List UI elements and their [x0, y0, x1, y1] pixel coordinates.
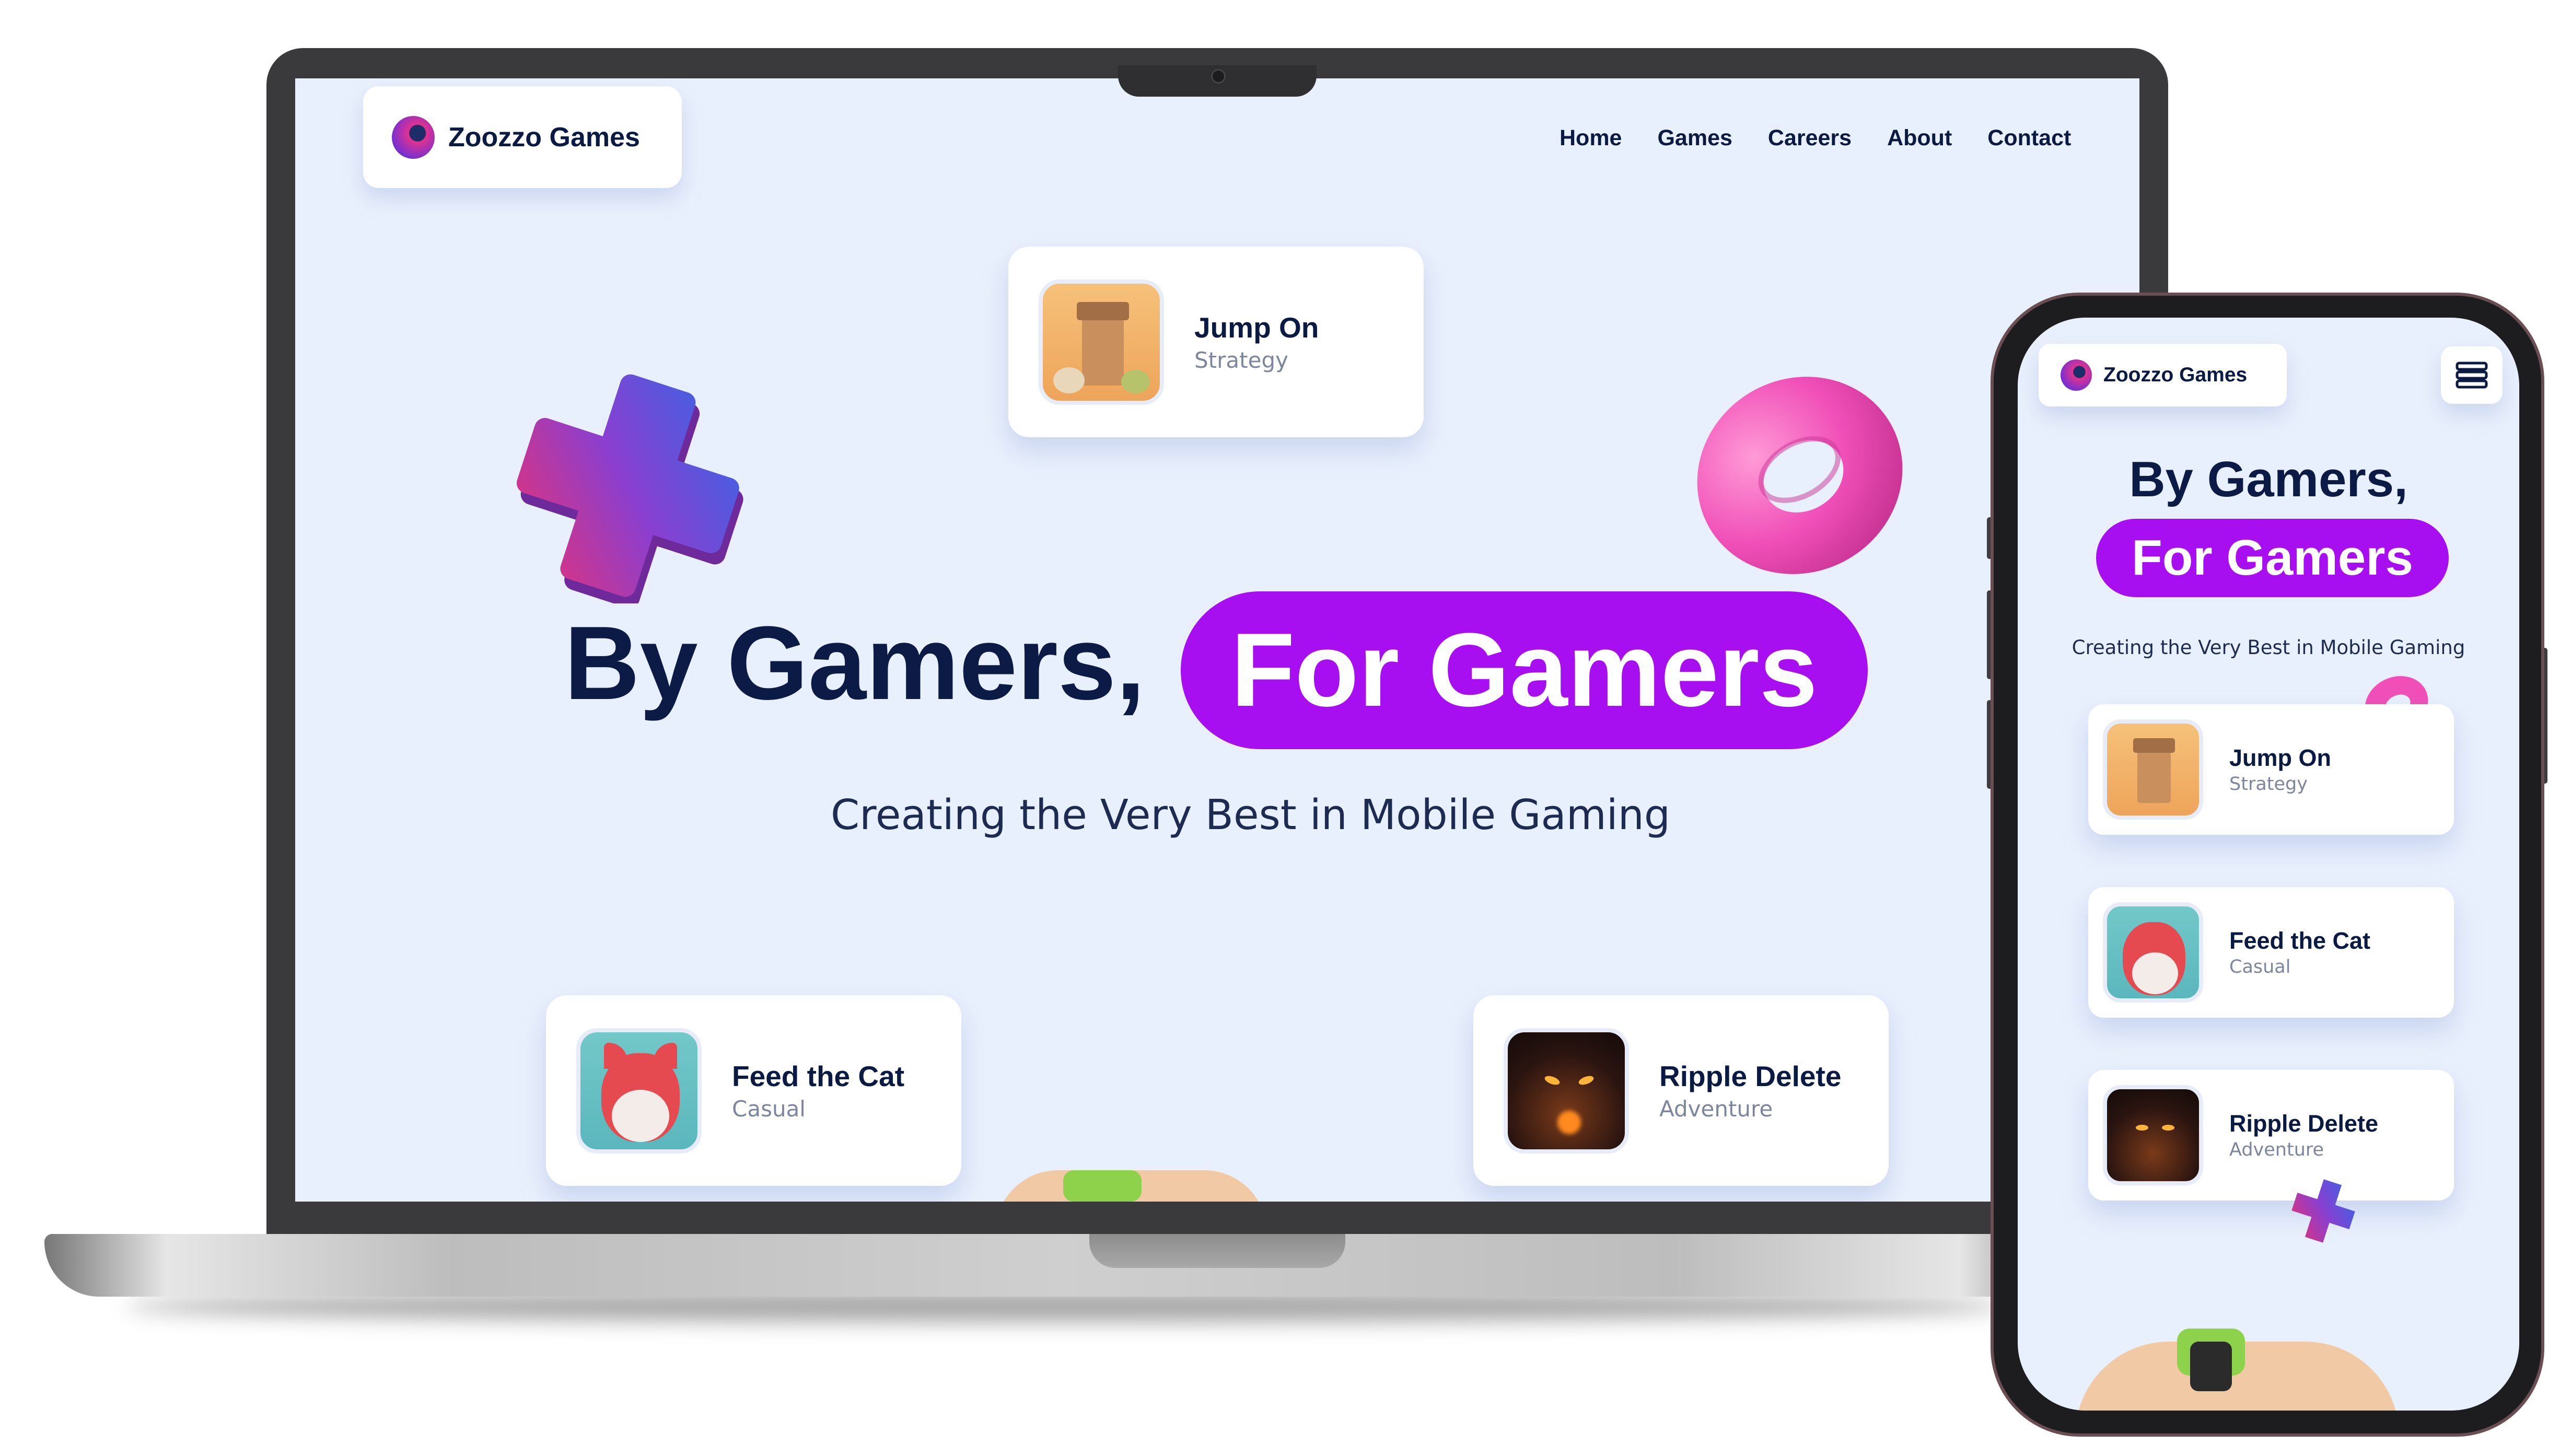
phone-screen: Zoozzo Games By Gamers, For Gamers Creat… — [2018, 318, 2519, 1411]
game-name: Ripple Delete — [1659, 1060, 1842, 1092]
game-category: Adventure — [2229, 1139, 2324, 1160]
game-name: Ripple Delete — [2229, 1110, 2379, 1137]
main-nav: Home Games Careers About Contact — [1560, 125, 2071, 167]
torus-shape-decoration — [1697, 377, 1903, 574]
brand-logo-icon — [2061, 359, 2092, 391]
brand-name: Zoozzo Games — [2103, 364, 2248, 386]
camera-icon — [1211, 69, 1226, 84]
site-logo[interactable]: Zoozzo Games — [363, 86, 682, 188]
cat-character-icon — [576, 1028, 702, 1154]
laptop-screen: Zoozzo Games Home Games Careers About Co… — [295, 78, 2139, 1202]
nav-careers[interactable]: Careers — [1768, 125, 1852, 167]
hero-highlight: For Gamers — [2096, 519, 2449, 597]
game-card-ripple-delete[interactable]: Ripple Delete Adventure — [2088, 1070, 2454, 1201]
game-card-jump-on[interactable]: Jump On Strategy — [2088, 704, 2454, 835]
hero-title: By Gamers, — [2129, 451, 2408, 507]
cat-character-icon — [2103, 902, 2203, 1003]
menu-icon — [2456, 362, 2488, 389]
game-category: Casual — [732, 1096, 806, 1122]
brand-name: Zoozzo Games — [448, 122, 640, 153]
hero-title: By Gamers, — [564, 605, 1145, 721]
nav-about[interactable]: About — [1887, 125, 1952, 167]
game-name: Feed the Cat — [732, 1060, 905, 1092]
game-card-ripple-delete[interactable]: Ripple Delete Adventure — [1473, 995, 1889, 1186]
nav-contact[interactable]: Contact — [1987, 125, 2071, 167]
hero-highlight: For Gamers — [1181, 591, 1868, 749]
nav-games[interactable]: Games — [1657, 125, 1732, 167]
game-category: Strategy — [1194, 347, 1288, 373]
menu-button[interactable] — [2441, 346, 2503, 404]
tower-castle-icon — [2103, 719, 2203, 820]
game-card-jump-on[interactable]: Jump On Strategy — [1008, 247, 1424, 437]
laptop-hinge — [1089, 1234, 1345, 1268]
tower-castle-icon — [1039, 279, 1164, 405]
laptop-base — [44, 1234, 2082, 1297]
hero-tagline: Creating the Very Best in Mobile Gaming — [2072, 636, 2465, 659]
hero-tagline: Creating the Very Best in Mobile Gaming — [831, 791, 1670, 839]
game-name: Jump On — [2229, 744, 2332, 771]
game-name: Jump On — [1194, 311, 1319, 344]
plus-shape-decoration — [2291, 1179, 2355, 1243]
plus-shape-decoration — [516, 374, 743, 603]
watch-face-decoration — [2190, 1342, 2232, 1391]
dark-creature-icon — [2103, 1085, 2203, 1185]
game-category: Casual — [2229, 957, 2291, 977]
game-card-feed-the-cat[interactable]: Feed the Cat Casual — [546, 995, 961, 1186]
brand-logo-icon — [392, 115, 435, 159]
game-category: Strategy — [2229, 774, 2308, 795]
dark-creature-icon — [1504, 1028, 1629, 1154]
site-logo[interactable]: Zoozzo Games — [2039, 344, 2287, 406]
nav-home[interactable]: Home — [1560, 125, 1622, 167]
game-card-feed-the-cat[interactable]: Feed the Cat Casual — [2088, 887, 2454, 1018]
game-name: Feed the Cat — [2229, 927, 2371, 954]
watch-band-decoration — [1063, 1170, 1142, 1202]
game-category: Adventure — [1659, 1096, 1773, 1122]
